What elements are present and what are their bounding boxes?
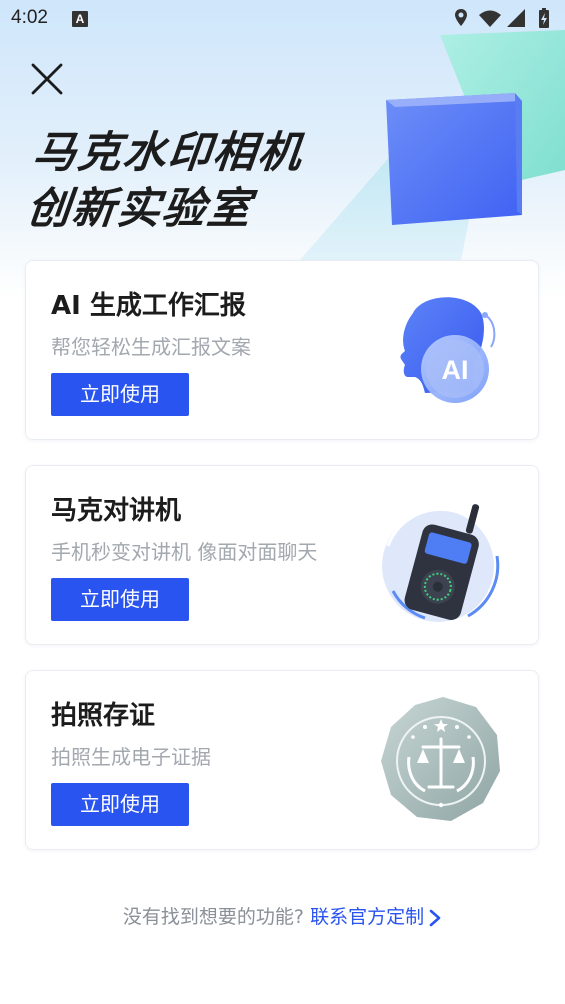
card-subtitle: 帮您轻松生成汇报文案 (51, 335, 251, 359)
feature-card-walkie-talkie[interactable]: 马克对讲机 手机秒变对讲机 像面对面聊天 立即使用 (25, 465, 539, 645)
walkie-talkie-icon (382, 504, 500, 622)
location-icon (455, 9, 467, 26)
card-title: AI 生成工作汇报 (51, 291, 246, 321)
use-now-button[interactable]: 立即使用 (51, 373, 189, 416)
notification-icon: A (72, 11, 88, 27)
justice-badge-icon (381, 697, 500, 821)
card-title: 马克对讲机 (51, 496, 182, 526)
card-subtitle: 手机秒变对讲机 像面对面聊天 (51, 540, 318, 564)
hero-decoration (300, 30, 565, 265)
contact-custom-link[interactable]: 联系官方定制 (310, 906, 442, 928)
hero-title: 马克水印相机 创新实验室 (24, 125, 306, 237)
use-now-button[interactable]: 立即使用 (51, 578, 189, 621)
card-title: 拍照存证 (51, 701, 156, 731)
feature-card-photo-evidence[interactable]: 拍照存证 拍照生成电子证据 立即使用 (25, 670, 539, 850)
ai-badge-text: AI (442, 355, 469, 385)
feature-card-ai-report[interactable]: AI 生成工作汇报 帮您轻松生成汇报文案 立即使用 AI (25, 260, 539, 440)
card-subtitle: 拍照生成电子证据 (51, 745, 211, 769)
close-icon[interactable] (28, 60, 66, 98)
contact-custom-link-label: 联系官方定制 (310, 906, 425, 928)
use-now-button[interactable]: 立即使用 (51, 783, 189, 826)
footer: 没有找到想要的功能? 联系官方定制 (0, 902, 565, 929)
hero-title-line2: 创新实验室 (24, 184, 255, 234)
chevron-right-icon (429, 909, 441, 926)
status-time: 4:02 (11, 7, 48, 28)
hero-title-line1: 马克水印相机 (30, 128, 306, 178)
footer-text: 没有找到想要的功能? (122, 906, 305, 928)
ai-head-icon: AI (400, 297, 496, 403)
